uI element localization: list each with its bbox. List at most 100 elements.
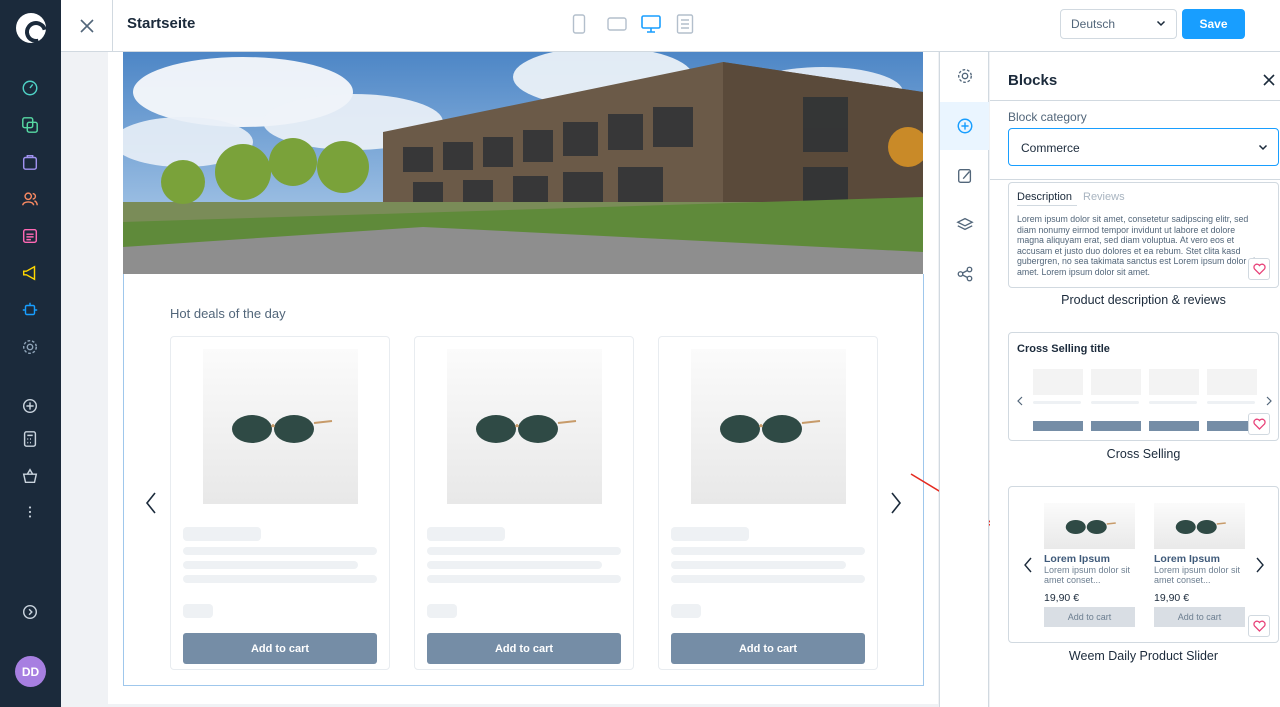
block-name: Weem Daily Product Slider — [1068, 649, 1219, 663]
sidebar-tool-strip — [939, 52, 989, 707]
mini-product-image — [1091, 369, 1141, 395]
product-image — [203, 349, 358, 504]
favorite-button[interactable] — [1248, 258, 1270, 280]
add-to-cart-button[interactable]: Add to cart — [671, 633, 865, 664]
gear-icon — [957, 69, 972, 83]
page-settings-tool[interactable] — [940, 52, 989, 100]
share-icon — [957, 266, 972, 282]
skeleton-line — [671, 547, 865, 555]
editor-topbar: Startseite Deutsch Save — [61, 0, 1280, 52]
skeleton-line — [427, 547, 621, 555]
hero-image[interactable] — [123, 52, 923, 274]
skeleton-line — [671, 561, 846, 569]
skeleton-line — [1149, 401, 1197, 404]
calculator-icon[interactable] — [20, 429, 40, 449]
tablet-view-icon[interactable] — [607, 14, 627, 34]
add-to-cart-button[interactable]: Add to cart — [183, 633, 377, 664]
mini-product-image — [1033, 369, 1083, 395]
block-category-select[interactable]: Commerce — [1008, 128, 1279, 166]
favorite-button[interactable] — [1248, 615, 1270, 637]
chevron-left-icon — [1024, 557, 1032, 573]
skeleton-title — [183, 527, 261, 541]
basket-icon[interactable] — [20, 466, 40, 486]
skeleton-line — [427, 561, 602, 569]
chevron-left-icon — [145, 492, 156, 514]
heart-icon — [1252, 620, 1266, 632]
tab-underline — [1017, 205, 1077, 206]
skeleton-line — [671, 575, 865, 583]
tab-reviews: Reviews — [1083, 191, 1125, 203]
sunglasses-icon — [476, 415, 577, 443]
section-title: Hot deals of the day — [170, 306, 286, 321]
skeleton-line — [1091, 401, 1139, 404]
catalogue-icon[interactable] — [20, 115, 40, 135]
skeleton-title — [427, 527, 505, 541]
skeleton-line — [1207, 401, 1255, 404]
language-select[interactable]: Deutsch — [1060, 9, 1177, 39]
skeleton-price — [671, 604, 701, 618]
favorite-button[interactable] — [1248, 413, 1270, 435]
close-icon — [79, 19, 94, 33]
skeleton-line — [183, 547, 377, 555]
block-preview-weem-daily-slider[interactable]: Lorem Ipsum Lorem ipsum dolor sit amet c… — [1008, 486, 1279, 643]
slider-next-arrow[interactable] — [886, 490, 906, 516]
more-vertical-icon[interactable] — [20, 502, 40, 522]
tab-description: Description — [1017, 191, 1073, 203]
chevron-left-icon — [1017, 396, 1023, 406]
customers-icon[interactable] — [20, 189, 40, 209]
device-switcher — [569, 14, 695, 34]
dashboard-icon[interactable] — [20, 78, 40, 98]
user-avatar[interactable]: DD — [15, 656, 46, 687]
panel-title: Blocks — [1008, 72, 1058, 89]
product-card[interactable]: Add to cart — [414, 336, 634, 670]
chevron-down-icon — [1156, 20, 1166, 27]
mobile-view-icon[interactable] — [569, 14, 589, 34]
close-icon[interactable] — [1262, 73, 1276, 87]
sunglasses-icon — [1065, 520, 1116, 534]
form-view-icon[interactable] — [675, 14, 695, 34]
product-image — [1044, 503, 1135, 549]
extensions-icon[interactable] — [20, 300, 40, 320]
block-category-value: Commerce — [1021, 141, 1080, 155]
chevron-right-icon — [1266, 396, 1272, 406]
close-editor-button[interactable] — [61, 0, 113, 52]
edit-block-tool[interactable] — [940, 152, 989, 200]
settings-icon[interactable] — [20, 337, 40, 357]
layers-tool[interactable] — [940, 200, 989, 248]
content-icon[interactable] — [20, 226, 40, 246]
product-image — [447, 349, 602, 504]
save-button[interactable]: Save — [1182, 9, 1245, 39]
skeleton-line — [183, 575, 377, 583]
product-image — [1154, 503, 1245, 549]
layers-icon — [955, 217, 974, 231]
shopware-logo-icon[interactable] — [16, 13, 46, 43]
product-title: Lorem Ipsum — [1044, 553, 1110, 565]
add-circle-icon[interactable] — [20, 396, 40, 416]
sunglasses-icon — [232, 415, 333, 443]
product-desc: Lorem ipsum dolor sit amet conset... — [1154, 565, 1241, 585]
block-name: Cross Selling — [1106, 447, 1181, 461]
divider — [990, 100, 1280, 101]
add-to-cart-button: Add to cart — [1044, 607, 1135, 627]
slider-prev-arrow[interactable] — [142, 490, 162, 516]
product-card[interactable]: Add to cart — [170, 336, 390, 670]
plus-circle-icon — [957, 118, 972, 134]
mini-buy-button — [1091, 421, 1141, 431]
block-preview-cross-selling[interactable]: Cross Selling title — [1008, 332, 1279, 441]
mini-product-image — [1149, 369, 1199, 395]
description-text: Lorem ipsum dolor sit amet, consetetur s… — [1017, 214, 1258, 277]
skeleton-price — [183, 604, 213, 618]
admin-sidebar: DD — [0, 0, 61, 707]
desktop-view-icon[interactable] — [641, 14, 661, 34]
product-card[interactable]: Add to cart — [658, 336, 878, 670]
add-blocks-tool[interactable] — [940, 102, 989, 150]
expand-sidebar-icon[interactable] — [20, 602, 40, 622]
add-to-cart-button[interactable]: Add to cart — [427, 633, 621, 664]
orders-icon[interactable] — [20, 152, 40, 172]
share-tool[interactable] — [940, 250, 989, 298]
cross-selling-title: Cross Selling title — [1017, 343, 1110, 355]
add-to-cart-button: Add to cart — [1154, 607, 1245, 627]
marketing-icon[interactable] — [20, 263, 40, 283]
block-preview-description-reviews[interactable]: Description Reviews Lorem ipsum dolor si… — [1008, 182, 1279, 288]
skeleton-line — [183, 561, 358, 569]
